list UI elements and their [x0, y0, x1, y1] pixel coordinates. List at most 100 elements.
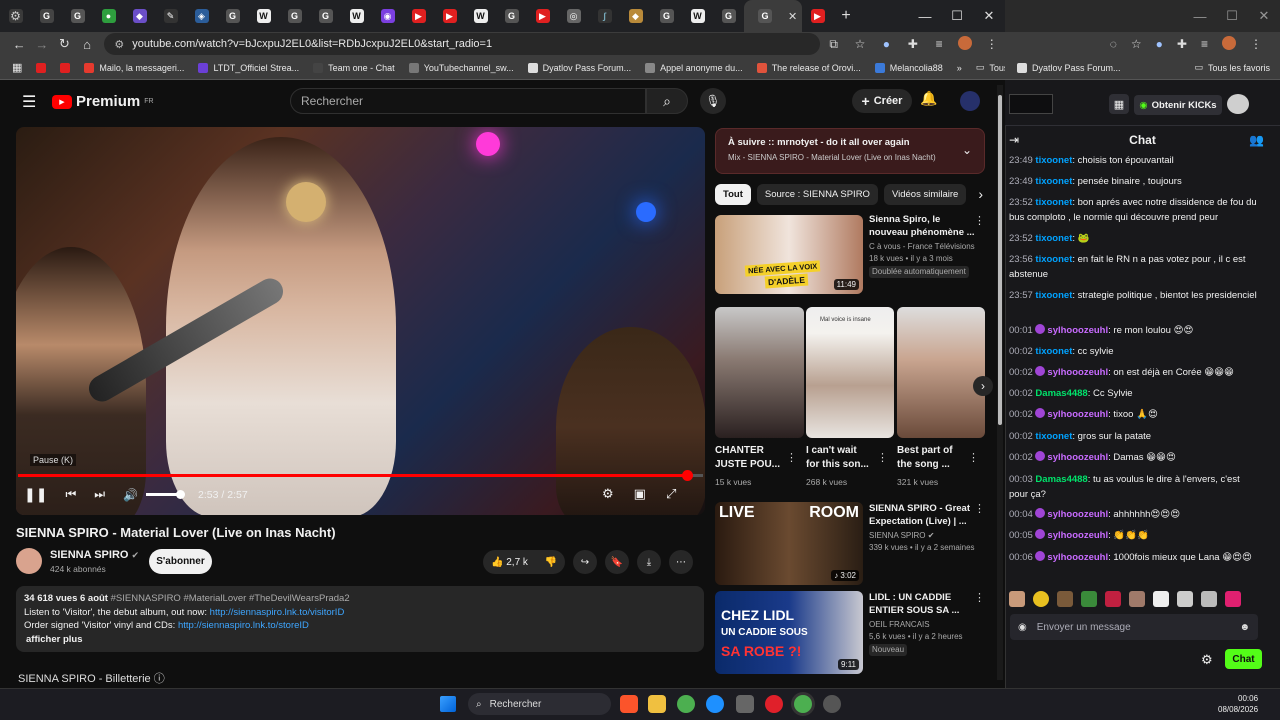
- message-username[interactable]: tixoonet: [1035, 346, 1072, 357]
- bookmark-item[interactable]: Team one - Chat: [313, 62, 395, 73]
- message-username[interactable]: tixoonet: [1035, 197, 1072, 208]
- more-icon[interactable]: ⋮: [974, 214, 985, 227]
- bookmarks-more[interactable]: »: [957, 63, 962, 73]
- chat-settings-gear-icon[interactable]: ⚙: [1201, 652, 1213, 668]
- brave-icon[interactable]: [620, 695, 638, 713]
- site-info-icon[interactable]: ⚙: [114, 38, 124, 51]
- short-title[interactable]: I can't wait for this son...: [806, 444, 869, 472]
- description-link[interactable]: http://siennaspiro.lnk.to/visitorID: [210, 607, 345, 618]
- edge-icon[interactable]: [706, 695, 724, 713]
- volume-slider[interactable]: [146, 490, 186, 499]
- tab[interactable]: W: [682, 0, 713, 32]
- tab[interactable]: ⚙: [0, 0, 31, 32]
- shorts-next-arrow-icon[interactable]: ›: [973, 376, 993, 396]
- more-icon[interactable]: ⋮: [974, 591, 985, 604]
- puzzle-icon[interactable]: ✚: [900, 37, 926, 51]
- tab[interactable]: G: [62, 0, 93, 32]
- tab[interactable]: G: [217, 0, 248, 32]
- scrollbar-thumb[interactable]: [998, 95, 1002, 425]
- message-username[interactable]: sylhooozeuhl: [1047, 452, 1108, 463]
- extension-icon[interactable]: ●: [873, 37, 899, 51]
- chip-source[interactable]: Source : SIENNA SPIRO: [756, 184, 878, 205]
- bookmark-item[interactable]: LTDT_Officiel Strea...: [198, 62, 299, 73]
- apps-grid-icon[interactable]: ▦: [12, 61, 22, 74]
- file-explorer-icon[interactable]: [648, 695, 666, 713]
- emote[interactable]: [1081, 591, 1097, 607]
- tab[interactable]: G: [310, 0, 341, 32]
- message-username[interactable]: sylhooozeuhl: [1047, 552, 1108, 563]
- short-title[interactable]: Best part of the song ...: [897, 444, 953, 472]
- share-button[interactable]: ↪: [573, 550, 597, 574]
- message-username[interactable]: Damas4488: [1035, 388, 1087, 399]
- notifications-bell-icon[interactable]: 🔔: [920, 90, 937, 107]
- tab[interactable]: ◉: [372, 0, 403, 32]
- grid-icon[interactable]: ▦: [1109, 94, 1129, 114]
- tab[interactable]: ◆: [620, 0, 651, 32]
- message-username[interactable]: sylhooozeuhl: [1047, 325, 1108, 336]
- tab[interactable]: G: [713, 0, 744, 32]
- all-bookmarks[interactable]: ▭ Tous les favoris: [1194, 62, 1270, 73]
- more-icon[interactable]: ⋮: [974, 502, 985, 515]
- channel-name[interactable]: SIENNA SPIRO ✔: [50, 549, 139, 561]
- short-thumbnail[interactable]: [715, 307, 804, 438]
- message-username[interactable]: tixoonet: [1035, 233, 1072, 244]
- bookmark-star-icon[interactable]: ☆: [1131, 37, 1142, 51]
- chip-similar[interactable]: Vidéos similaire: [883, 184, 967, 205]
- message-username[interactable]: tixoonet: [1035, 431, 1072, 442]
- emote[interactable]: [1153, 591, 1169, 607]
- description-box[interactable]: 34 618 vues 6 août #SIENNASPIRO #Materia…: [16, 586, 704, 652]
- back-icon[interactable]: ←: [8, 37, 31, 52]
- emote[interactable]: [1009, 591, 1025, 607]
- volume-icon[interactable]: 🔊: [123, 488, 138, 502]
- emote[interactable]: [1129, 591, 1145, 607]
- channel-avatar[interactable]: [16, 548, 42, 574]
- home-icon[interactable]: ⌂: [76, 37, 99, 52]
- tab[interactable]: ◎: [558, 0, 589, 32]
- emoji-icon[interactable]: ☻: [1239, 622, 1250, 633]
- chevron-down-icon[interactable]: ⌄: [962, 143, 972, 157]
- message-username[interactable]: tixoonet: [1035, 254, 1072, 265]
- settings-gear-icon[interactable]: ⚙: [602, 486, 614, 502]
- minimize-button[interactable]: —: [1184, 0, 1216, 32]
- hashtags[interactable]: #SIENNASPIRO #MaterialLover #TheDevilWea…: [111, 593, 350, 604]
- next-icon[interactable]: ⏭: [94, 487, 105, 502]
- menu-icon[interactable]: ⋮: [1250, 37, 1262, 51]
- tab[interactable]: W: [465, 0, 496, 32]
- message-username[interactable]: sylhooozeuhl: [1047, 530, 1108, 541]
- short-title[interactable]: CHANTER JUSTE POU...: [715, 444, 780, 472]
- bookmark-youtube[interactable]: [36, 62, 47, 73]
- bookmark-item[interactable]: The release of Orovi...: [756, 62, 861, 73]
- subscribe-button[interactable]: S'abonner: [149, 549, 212, 574]
- tab[interactable]: ∫: [589, 0, 620, 32]
- extension-icon[interactable]: ●: [1156, 37, 1163, 51]
- tab[interactable]: ✎: [155, 0, 186, 32]
- puzzle-icon[interactable]: ✚: [1177, 37, 1187, 51]
- tab[interactable]: G: [31, 0, 62, 32]
- message-username[interactable]: Damas4488: [1035, 474, 1087, 485]
- description-link[interactable]: http://siennaspiro.lnk.to/storeID: [178, 620, 309, 631]
- close-window-button[interactable]: ✕: [1248, 0, 1280, 32]
- more-icon[interactable]: ⋮: [786, 451, 797, 464]
- close-window-button[interactable]: ✕: [973, 0, 1005, 32]
- bookmark-dyatlov[interactable]: Dyatlov Pass Forum...: [1017, 62, 1121, 73]
- search-button[interactable]: ⌕: [646, 88, 688, 114]
- tab[interactable]: W: [341, 0, 372, 32]
- message-username[interactable]: tixoonet: [1035, 155, 1072, 166]
- profile-icon[interactable]: [952, 35, 978, 53]
- maximize-button[interactable]: ☐: [1216, 0, 1248, 32]
- bookmark-item[interactable]: Appel anonyme du...: [645, 62, 743, 73]
- hamburger-menu-icon[interactable]: ☰: [22, 92, 36, 112]
- opera-icon[interactable]: [765, 695, 783, 713]
- new-tab-button[interactable]: +: [833, 7, 859, 25]
- minimize-button[interactable]: —: [909, 0, 941, 32]
- chevron-right-icon[interactable]: ›: [978, 184, 983, 205]
- up-next-panel[interactable]: À suivre :: mrnotyet - do it all over ag…: [715, 128, 985, 174]
- pause-icon[interactable]: ❚❚: [24, 486, 47, 503]
- search-field[interactable]: [1009, 94, 1053, 114]
- app-icon[interactable]: [823, 695, 841, 713]
- ticketing-section[interactable]: SIENNA SPIRO - Billetterie ⓘ: [18, 670, 165, 686]
- emote[interactable]: [1057, 591, 1073, 607]
- video-thumbnail[interactable]: NÉE AVEC LA VOIX D'ADÈLE 11:49: [715, 215, 863, 294]
- emote[interactable]: [1177, 591, 1193, 607]
- volume-handle[interactable]: [176, 490, 186, 499]
